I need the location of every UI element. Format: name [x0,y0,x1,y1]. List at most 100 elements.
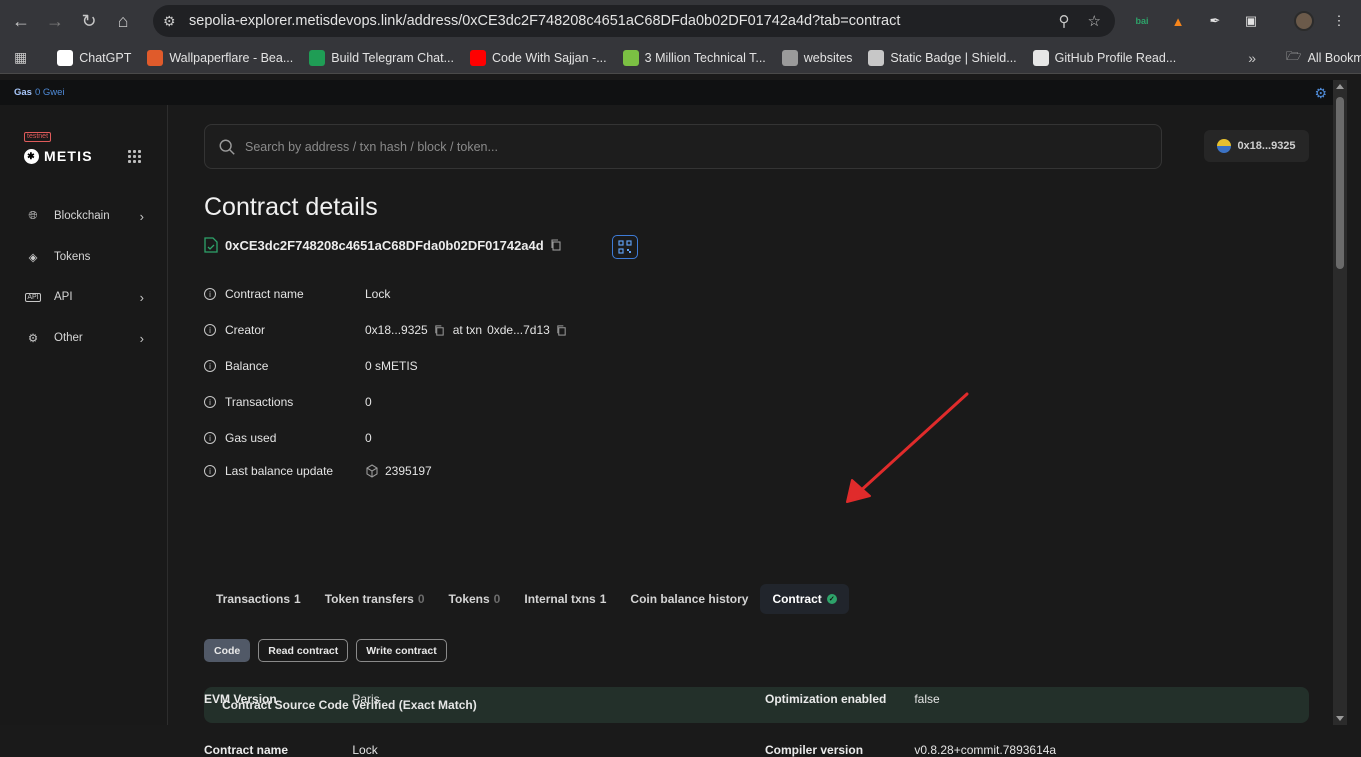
tab-coin-balance-history[interactable]: Coin balance history [618,584,760,614]
search-box[interactable] [204,124,1162,169]
address-tabs: Transactions 1 Token transfers 0 Tokens … [204,584,849,614]
info-icon[interactable]: i [204,288,216,300]
gas-value: 0 Gwei [34,87,65,98]
detail-label: Last balance update [225,464,334,478]
back-icon[interactable]: ← [6,6,36,36]
profile-avatar[interactable] [1292,9,1316,33]
apps-grid-icon[interactable]: ▦ [14,49,27,66]
all-bookmarks[interactable]: 🗁 All Bookmarks [1286,47,1361,68]
browser-toolbar: ← → ↻ ⌂ ⚙ sepolia-explorer.metisdevops.l… [0,0,1361,42]
contract-file-icon [204,237,218,253]
sidebar-item-other[interactable]: ⚙ Other › [24,326,144,350]
reload-icon[interactable]: ↻ [74,6,104,36]
tab-label: Token transfers [324,592,414,606]
contract-address[interactable]: 0xCE3dc2F748208c4651aC68DFda0b02DF01742a… [225,238,544,253]
subtab-read-contract[interactable]: Read contract [258,639,349,662]
tab-count: 0 [417,592,425,606]
detail-contract-name: i Contract name Lock [204,284,390,304]
scroll-thumb[interactable] [1336,97,1344,269]
eyedropper-icon[interactable]: ✒ [1203,9,1227,33]
gas-label: Gas [14,87,32,98]
tab-label: Tokens [448,592,490,606]
info-icon[interactable]: i [204,432,216,444]
sidebar-item-label: API [54,291,73,303]
sidebar-item-tokens[interactable]: ◈ Tokens [24,245,144,269]
bookmark-star-icon[interactable]: ☆ [1088,12,1101,30]
menu-kebab-icon[interactable]: ⋮ [1327,9,1351,33]
copy-icon[interactable] [550,239,562,251]
meta-evm-version: EVM Version Paris [204,692,380,706]
detail-gas-used: i Gas used 0 [204,428,372,448]
coins-icon: ◈ [28,252,38,264]
creator-address-link[interactable]: 0x18...9325 [365,323,428,337]
network-menu-grid-icon[interactable] [128,150,141,163]
search-input[interactable] [245,139,1125,154]
bookmark-item[interactable]: Build Telegram Chat... [309,49,454,66]
bookmark-favicon-icon [781,49,798,66]
site-info-icon[interactable]: ⚙ [163,13,183,30]
bookmark-item[interactable]: Wallpaperflare - Bea... [147,49,293,66]
metamask-icon[interactable]: ▲ [1166,9,1190,33]
sidebar-item-label: Tokens [54,251,91,263]
meta-value: Lock [352,743,378,757]
copy-icon[interactable] [556,324,567,336]
url-text[interactable]: sepolia-explorer.metisdevops.link/addres… [189,13,900,29]
meta-value: Paris [352,692,380,706]
extension-icon[interactable]: bai [1130,9,1154,33]
metis-logo: ✱ METIS [24,148,93,164]
bookmark-item[interactable]: GitHub Profile Read... [1032,49,1177,66]
tab-internal-txns[interactable]: Internal txns 1 [512,584,618,614]
subtab-write-contract[interactable]: Write contract [356,639,447,662]
sidebar-item-blockchain[interactable]: 🌐︎ Blockchain › [24,204,144,228]
page-scrollbar[interactable] [1333,80,1347,725]
all-bookmarks-label: All Bookmarks [1307,50,1361,65]
testnet-badge: testnet [24,132,52,142]
info-icon[interactable]: i [204,324,216,336]
meta-label: EVM Version [204,692,277,706]
subtab-code[interactable]: Code [204,639,251,662]
sidebar-item-label: Blockchain [54,210,110,222]
gear-icon: ⚙ [27,333,39,345]
home-icon[interactable]: ⌂ [108,6,138,36]
tab-contract[interactable]: Contract ✓ [760,584,849,614]
scroll-up-icon[interactable] [1336,84,1344,89]
detail-value: Lock [365,287,391,301]
extensions-puzzle-icon[interactable]: ▣ [1239,9,1263,33]
meta-value: false [914,692,940,706]
bookmark-label: GitHub Profile Read... [1054,50,1177,65]
scroll-down-icon[interactable] [1336,716,1344,721]
settings-icon[interactable]: ⚙ [1314,85,1327,102]
copy-icon[interactable] [434,324,445,336]
bookmarks-bar: ▦ ChatGPT Wallpaperflare - Bea... Build Te… [0,42,1361,74]
address-bar[interactable]: ⚙ sepolia-explorer.metisdevops.link/addr… [153,5,1115,37]
detail-label: Gas used [225,431,277,445]
qr-code-button[interactable] [612,235,638,259]
bookmark-item[interactable]: ChatGPT [57,49,132,66]
bookmark-item[interactable]: 3 Million Technical T... [622,49,766,66]
tab-tokens[interactable]: Tokens 0 [437,584,513,614]
bookmark-list: ChatGPT Wallpaperflare - Bea... Build Tele… [41,49,1177,66]
globe-icon: 🌐︎ [28,209,38,222]
sidebar-item-api[interactable]: API API › [24,285,144,309]
forward-icon[interactable]: → [40,6,70,36]
detail-balance: i Balance 0 sMETIS [204,356,418,376]
bookmark-favicon-icon [309,49,326,66]
bookmarks-overflow-icon[interactable]: » [1248,50,1256,66]
bookmark-item[interactable]: Static Badge | Shield... [868,49,1017,66]
bookmark-label: ChatGPT [79,50,132,65]
info-icon[interactable]: i [204,465,216,477]
zoom-icon[interactable]: ⚲ [1059,12,1070,30]
bookmark-item[interactable]: Code With Sajjan -... [470,49,607,66]
info-icon[interactable]: i [204,396,216,408]
tab-token-transfers[interactable]: Token transfers 0 [313,584,437,614]
tab-count: 1 [599,592,607,606]
meta-label: Optimization enabled [765,692,887,706]
tab-transactions[interactable]: Transactions 1 [204,584,313,614]
info-icon[interactable]: i [204,360,216,372]
wallet-button[interactable]: 0x18...9325 [1204,130,1309,162]
bookmark-label: Code With Sajjan -... [492,50,607,65]
gas-bar: Gas 0 Gwei ⚙ [0,80,1347,105]
bookmark-item[interactable]: websites [781,49,852,66]
block-number-link[interactable]: 2395197 [385,464,432,478]
creation-txn-link[interactable]: 0xde...7d13 [487,323,550,337]
